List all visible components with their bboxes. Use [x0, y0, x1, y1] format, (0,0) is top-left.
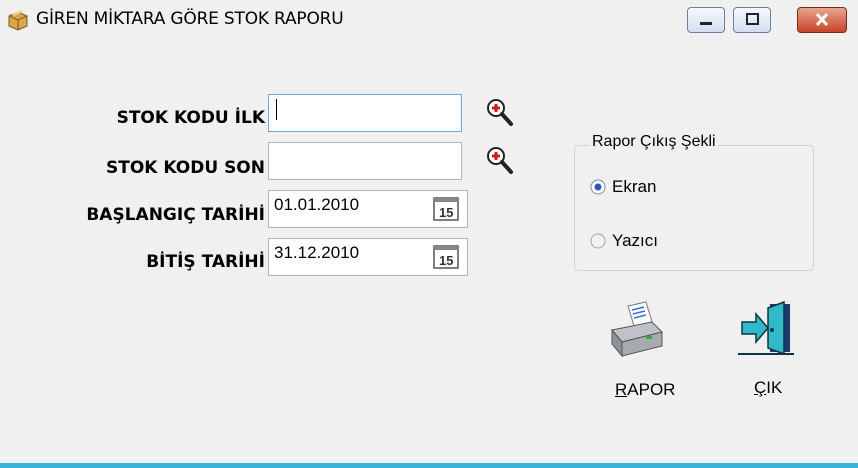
- bitis-tarihi-label: BİTİŞ TARİHİ: [146, 252, 265, 272]
- maximize-button[interactable]: [733, 7, 771, 33]
- svg-text:15: 15: [439, 205, 453, 220]
- exit-door-icon: [738, 300, 794, 356]
- minimize-icon: [700, 22, 712, 25]
- stok-kodu-son-input[interactable]: [268, 142, 462, 180]
- calendar-icon[interactable]: 15: [430, 241, 462, 273]
- minimize-button[interactable]: [687, 7, 725, 33]
- radio-yazici[interactable]: [590, 233, 606, 249]
- title-bar[interactable]: GİREN MİKTARA GÖRE STOK RAPORU: [0, 0, 858, 42]
- app-icon: [8, 10, 28, 31]
- baslangic-tarihi-label: BAŞLANGIÇ TARİHİ: [86, 205, 265, 225]
- rapor-rest: APOR: [627, 380, 676, 399]
- rapor-button-label: RAPOR: [615, 380, 675, 400]
- stok-kodu-son-label: STOK KODU SON: [105, 158, 265, 178]
- rapor-accel: R: [615, 380, 628, 399]
- close-icon: [815, 12, 829, 27]
- magnifier-plus-icon[interactable]: [484, 96, 514, 130]
- cik-button-label: ÇIK: [754, 378, 782, 398]
- printer-icon: [611, 301, 663, 358]
- report-window: GİREN MİKTARA GÖRE STOK RAPORU STOK KODU…: [0, 0, 858, 468]
- magnifier-plus-icon[interactable]: [484, 144, 514, 178]
- cik-button[interactable]: ÇIK: [730, 300, 820, 410]
- output-group-title: Rapor Çıkış Şekli: [590, 133, 718, 151]
- rapor-button[interactable]: RAPOR: [580, 300, 690, 410]
- output-groupbox: [574, 145, 814, 271]
- radio-yazici-label[interactable]: Yazıcı: [612, 231, 658, 251]
- radio-ekran[interactable]: [590, 179, 606, 195]
- cik-rest: IK: [766, 378, 783, 397]
- radio-ekran-label[interactable]: Ekran: [612, 177, 656, 197]
- text-caret: [276, 99, 277, 120]
- stok-kodu-ilk-label: STOK KODU İLK: [116, 108, 265, 128]
- bottom-accent-line: [0, 463, 858, 468]
- stok-kodu-ilk-input[interactable]: [268, 94, 462, 132]
- maximize-icon: [746, 13, 759, 25]
- close-button[interactable]: [797, 7, 847, 33]
- svg-text:15: 15: [439, 253, 453, 268]
- window-title: GİREN MİKTARA GÖRE STOK RAPORU: [36, 9, 344, 29]
- cik-accel: Ç: [754, 378, 767, 397]
- calendar-icon[interactable]: 15: [430, 193, 462, 225]
